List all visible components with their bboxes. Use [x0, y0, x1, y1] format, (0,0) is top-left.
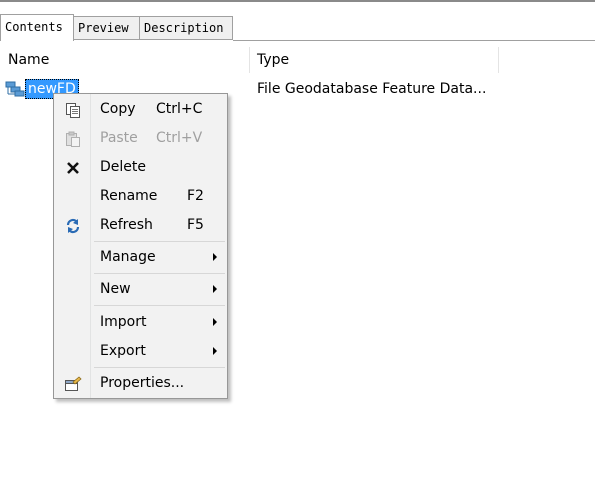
menu-item-label: Paste: [100, 130, 138, 146]
menu-item-label: Copy: [100, 101, 136, 117]
menu-item-label: Properties...: [100, 375, 185, 391]
tab-contents[interactable]: Contents: [0, 14, 74, 41]
menu-item-import[interactable]: Import: [54, 308, 227, 337]
column-divider[interactable]: [498, 47, 499, 73]
tab-strip-border: [233, 40, 595, 41]
dataset-type: File Geodatabase Feature Data...: [257, 81, 487, 97]
menu-item-shortcut: F5: [187, 217, 204, 233]
menu-separator: [94, 305, 225, 306]
submenu-arrow-icon: [213, 318, 217, 326]
menu-item-label: Rename: [100, 188, 158, 204]
menu-item-label: Delete: [100, 159, 146, 175]
feature-dataset-icon: [5, 81, 25, 97]
properties-icon: [64, 375, 82, 393]
tab-strip: Contents Preview Description: [0, 14, 595, 41]
submenu-arrow-icon: [213, 253, 217, 261]
menu-item-manage[interactable]: Manage: [54, 243, 227, 272]
menu-item-rename[interactable]: Rename F2: [54, 182, 227, 211]
menu-item-shortcut: Ctrl+C: [156, 101, 203, 117]
menu-item-refresh[interactable]: Refresh F5: [54, 211, 227, 240]
tab-description[interactable]: Description: [140, 16, 233, 40]
menu-item-label: New: [100, 281, 131, 297]
paste-icon: [64, 130, 82, 148]
column-header-name[interactable]: Name: [8, 49, 49, 71]
menu-item-label: Import: [100, 314, 147, 330]
column-divider[interactable]: [249, 47, 250, 73]
menu-item-label: Refresh: [100, 217, 153, 233]
menu-item-shortcut: Ctrl+V: [156, 130, 203, 146]
menu-item-copy[interactable]: Copy Ctrl+C: [54, 95, 227, 124]
submenu-arrow-icon: [213, 285, 217, 293]
context-menu: Copy Ctrl+C Paste Ctrl+V Delete Rename F…: [53, 93, 228, 399]
copy-icon: [64, 101, 82, 119]
column-header-type[interactable]: Type: [257, 49, 289, 71]
menu-item-delete[interactable]: Delete: [54, 153, 227, 182]
menu-item-export[interactable]: Export: [54, 337, 227, 366]
menu-item-label: Manage: [100, 249, 156, 265]
menu-item-label: Export: [100, 343, 146, 359]
refresh-icon: [64, 217, 82, 235]
menu-separator: [94, 241, 225, 242]
tab-preview[interactable]: Preview: [74, 16, 140, 40]
menu-item-shortcut: F2: [187, 188, 204, 204]
window-top-border: [0, 0, 595, 14]
delete-icon: [64, 159, 82, 177]
menu-separator: [94, 273, 225, 274]
menu-item-paste[interactable]: Paste Ctrl+V: [54, 124, 227, 153]
menu-item-new[interactable]: New: [54, 275, 227, 304]
menu-separator: [94, 367, 225, 368]
submenu-arrow-icon: [213, 347, 217, 355]
menu-item-properties[interactable]: Properties...: [54, 369, 227, 398]
